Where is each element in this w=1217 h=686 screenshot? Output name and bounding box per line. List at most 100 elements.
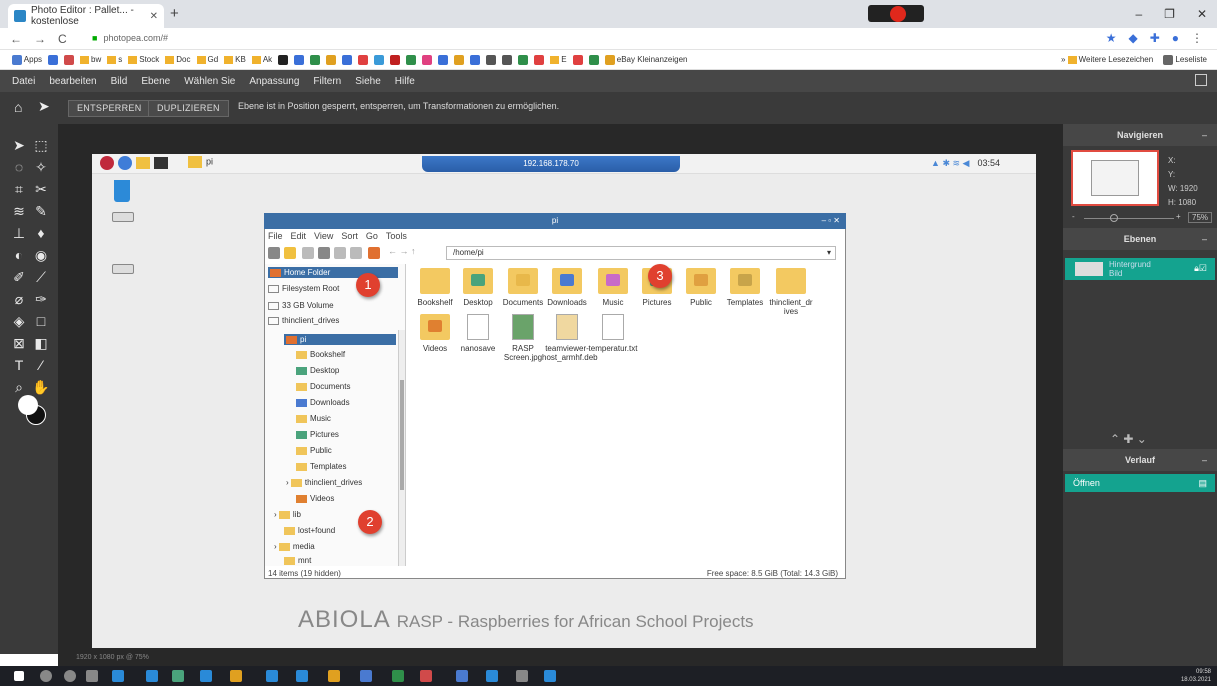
record-icon[interactable] (890, 6, 906, 22)
reload-icon[interactable]: C (58, 32, 67, 46)
lasso-icon[interactable]: ◌ (10, 158, 28, 176)
system-clock[interactable]: 09:58 18.03.2021 (1181, 668, 1211, 684)
bookmark-icon[interactable] (502, 54, 513, 65)
tree-item[interactable]: Pictures (296, 430, 339, 439)
app-icon[interactable] (486, 670, 498, 682)
home-folder-icon[interactable] (368, 247, 380, 259)
thumb-view-icon[interactable] (318, 247, 330, 259)
bookmark-icon[interactable] (518, 54, 529, 65)
extension-icon[interactable]: ◆ (1128, 31, 1137, 45)
menu-icon[interactable]: ⋮ (1191, 31, 1203, 45)
fill-icon[interactable]: ◈ (10, 312, 28, 330)
unlock-button[interactable]: ENTSPERREN (68, 100, 151, 117)
lock-icon[interactable]: 🔒︎☑ (1194, 263, 1207, 274)
fm-menu-view[interactable]: View (314, 231, 333, 241)
3d-icon[interactable]: ◧ (32, 334, 50, 352)
menu-image[interactable]: Bild (111, 76, 128, 87)
menu-help[interactable]: Hilfe (395, 76, 415, 87)
layer-controls[interactable]: ⌃ ✚ ⌄ (1110, 432, 1147, 446)
tree-item[interactable]: › thinclient_drives (286, 478, 362, 487)
gradient-icon[interactable]: ◉ (32, 246, 50, 264)
back-forward-icon[interactable]: ← → ↑ (388, 246, 416, 256)
bookmark-icon[interactable] (64, 54, 75, 65)
menu-adjust[interactable]: Anpassung (249, 76, 299, 87)
file-item[interactable]: teamviewer-host_armhf.deb (542, 314, 598, 362)
history-open-item[interactable]: Öffnen ▤ (1065, 474, 1215, 492)
browser-tab[interactable]: Photo Editor : Pallet... - kostenlose ✕ (8, 4, 164, 28)
bookmark-folder[interactable]: Stock (128, 55, 159, 64)
forward-icon[interactable]: → (34, 32, 46, 46)
raspberry-menu-icon[interactable] (100, 156, 114, 170)
app-icon[interactable] (456, 670, 468, 682)
maximize-button[interactable]: ❐ (1164, 7, 1175, 21)
tree-pi[interactable]: pi (284, 334, 396, 345)
place-volume[interactable]: 33 GB Volume (268, 301, 334, 310)
file-item[interactable]: thinclient_dr ives (766, 268, 816, 316)
tree-item[interactable]: Public (296, 446, 332, 455)
bookmark-icon[interactable] (422, 54, 433, 65)
stamp-icon[interactable]: ⊥ (10, 224, 28, 242)
file-item[interactable]: Downloads (542, 268, 592, 307)
fullscreen-icon[interactable] (1195, 74, 1207, 86)
vnc-toolbar[interactable]: 192.168.178.70 (422, 156, 680, 172)
move-tool-icon[interactable]: ➤ (38, 98, 50, 115)
bookmark-apps[interactable]: Apps (12, 54, 42, 65)
layer-row[interactable]: Hintergrund Bild 🔒︎☑ (1065, 258, 1215, 280)
recording-widget[interactable] (868, 5, 924, 22)
bookmark-icon[interactable] (406, 54, 417, 65)
bookmark-icon[interactable] (438, 54, 449, 65)
menu-select[interactable]: Wählen Sie (184, 76, 235, 87)
pen-icon[interactable]: ✑ (32, 290, 50, 308)
app-icon[interactable] (266, 670, 278, 682)
new-tab-button[interactable]: + (170, 5, 179, 22)
navigator-header[interactable]: Navigieren – (1063, 124, 1217, 146)
tree-item[interactable]: Videos (296, 494, 334, 503)
file-item[interactable]: Documents (498, 268, 548, 307)
place-home[interactable]: Home Folder (268, 267, 398, 278)
tree-item[interactable]: › lib (274, 510, 301, 519)
bookmark-icon[interactable] (278, 54, 289, 65)
bookmark-ebay[interactable]: eBay Kleinanzeigen (604, 54, 687, 65)
windows-start-icon[interactable] (14, 671, 24, 681)
file-item[interactable]: nanosave (453, 314, 503, 353)
tree-item[interactable]: Desktop (296, 366, 339, 375)
marquee-icon[interactable]: ⬚ (32, 136, 50, 154)
bookmark-folder[interactable]: bw (80, 55, 101, 64)
bookmark-icon[interactable] (534, 54, 545, 65)
icon-view-icon[interactable] (302, 247, 314, 259)
zoom-slider[interactable]: - + 75% (1070, 212, 1213, 224)
menu-view[interactable]: Siehe (355, 76, 381, 87)
tree-item[interactable]: › media (274, 542, 315, 551)
tree-item[interactable]: Music (296, 414, 331, 423)
app-icon[interactable] (230, 670, 242, 682)
back-icon[interactable]: ← (10, 32, 22, 46)
fm-sidebar-scrollbar[interactable] (398, 330, 405, 566)
app-icon[interactable] (296, 670, 308, 682)
frame-icon[interactable]: ⊠ (10, 334, 28, 352)
bookmark-folder[interactable]: E (550, 55, 567, 64)
bookmark-icon[interactable] (390, 54, 401, 65)
shape-icon[interactable]: □ (32, 312, 50, 330)
fm-path-field[interactable]: /home/pi ▾ (446, 246, 836, 260)
task-view-icon[interactable] (86, 670, 98, 682)
excel-icon[interactable] (392, 670, 404, 682)
file-manager-icon[interactable] (136, 157, 150, 169)
sharpen-icon[interactable]: ⟋ (32, 268, 50, 286)
browser-icon[interactable] (118, 156, 132, 170)
app-icon[interactable] (360, 670, 372, 682)
bookmark-icon[interactable] (486, 54, 497, 65)
more-bookmarks[interactable]: » Weitere Lesezeichen (1061, 55, 1153, 65)
bookmark-icon[interactable] (374, 54, 385, 65)
list-view-icon[interactable] (350, 247, 362, 259)
crop-icon[interactable]: ⌗ (10, 180, 28, 198)
bookmark-folder[interactable]: Gd (196, 55, 218, 64)
navigator-thumbnail[interactable] (1071, 150, 1159, 206)
tree-item[interactable]: Documents (296, 382, 350, 391)
url-field[interactable]: ■ photopea.com/# (92, 33, 168, 43)
terminal-icon[interactable] (154, 157, 168, 169)
close-window-button[interactable]: ✕ (1197, 7, 1207, 21)
zoom-knob[interactable] (1110, 214, 1118, 222)
minimize-button[interactable]: – (1135, 7, 1142, 21)
bookmark-folder[interactable]: Ak (251, 55, 272, 64)
bookmark-icon[interactable] (310, 54, 321, 65)
